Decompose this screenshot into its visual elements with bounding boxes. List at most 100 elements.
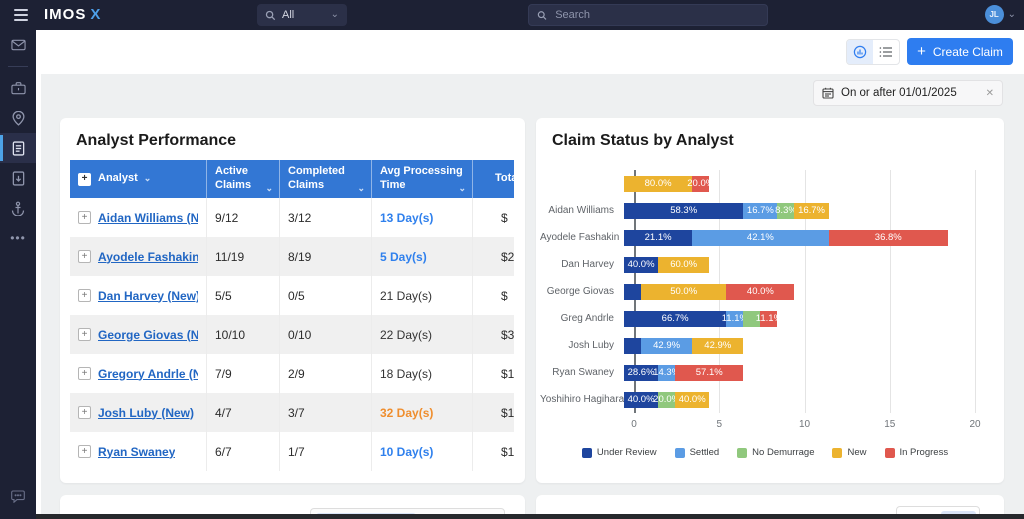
list-view-icon — [879, 46, 893, 58]
total-cell: $1 — [473, 354, 514, 393]
bar-segment-new: 80.0% — [624, 176, 692, 192]
sidebar-item-locations[interactable] — [0, 103, 36, 133]
column-menu-chevron-icon[interactable]: ⌄ — [144, 173, 152, 184]
calendar-icon — [822, 87, 834, 99]
bar-segment-under-review: 66.7% — [624, 311, 726, 327]
column-menu-chevron-icon[interactable]: ⌄ — [458, 183, 466, 194]
table-row: +Dan Harvey (New)5/50/521 Day(s)$ — [70, 276, 514, 315]
bar-segment-label: 42.9% — [653, 340, 680, 351]
analyst-link[interactable]: Ayodele Fashakin — [98, 250, 198, 264]
sidebar-item-claims-active[interactable] — [0, 133, 36, 163]
bar-segment-label: 40.0% — [628, 259, 655, 270]
bar-segment-in-progress: 40.0% — [726, 284, 794, 300]
sidebar-item-voyages[interactable] — [0, 193, 36, 223]
bar-segment-label: 28.6% — [628, 367, 655, 378]
column-header-active-claims[interactable]: Active Claims⌄ — [207, 160, 280, 198]
date-filter-chip[interactable]: On or after 01/01/2025 ✕ — [813, 80, 1003, 106]
user-menu[interactable]: JL ⌄ — [985, 5, 1016, 24]
chart-category-label: Josh Luby — [540, 340, 624, 351]
stacked-bar: 42.9%42.9% — [624, 338, 743, 354]
legend-item-in-progress[interactable]: In Progress — [885, 447, 949, 458]
bar-segment-label: 40.0% — [747, 286, 774, 297]
expand-row-icon[interactable]: + — [78, 445, 91, 458]
close-icon[interactable]: ✕ — [986, 88, 994, 99]
expand-row-icon[interactable]: + — [78, 250, 91, 263]
expand-row-icon[interactable]: + — [78, 367, 91, 380]
expand-row-icon[interactable]: + — [78, 211, 91, 224]
column-header-total[interactable]: Total — [473, 160, 514, 198]
sidebar-item-briefcase[interactable] — [0, 73, 36, 103]
analyst-cell: + Ryan Swaney — [70, 432, 207, 471]
chevron-down-icon: ⌄ — [1008, 10, 1016, 20]
total-cell: $1 — [473, 393, 514, 432]
total-cell: $2 — [473, 237, 514, 276]
avatar[interactable]: JL — [985, 5, 1004, 24]
bar-segment-in-progress: 20.0% — [692, 176, 709, 192]
menu-icon[interactable] — [14, 9, 28, 21]
sidebar-nav: ••• — [0, 30, 36, 519]
completed-claims-cell: 0/10 — [280, 315, 372, 354]
plus-icon: + — [917, 44, 926, 59]
legend-item-no-demurrage[interactable]: No Demurrage — [737, 447, 814, 458]
claim-status-title: Claim Status by Analyst — [536, 118, 1004, 150]
expand-row-icon[interactable]: + — [78, 406, 91, 419]
analyst-link[interactable]: Ryan Swaney — [98, 445, 175, 459]
chart-bar-row: 80.0%20.0% — [540, 170, 990, 197]
logo-text: IMOS — [44, 6, 86, 23]
legend-item-settled[interactable]: Settled — [675, 447, 720, 458]
bar-segment-label: 40.0% — [679, 394, 706, 405]
chart-bar-row: Dan Harvey40.0%60.0% — [540, 251, 990, 278]
analyst-link[interactable]: Aidan Williams (New) — [98, 211, 198, 225]
analyst-link[interactable]: Josh Luby (New) — [98, 406, 194, 420]
expand-row-icon[interactable]: + — [78, 289, 91, 302]
chart-legend: Under Review Settled No Demurrage New In Pro… — [540, 447, 990, 458]
column-menu-chevron-icon[interactable]: ⌄ — [265, 183, 273, 194]
completed-claims-cell: 3/12 — [280, 198, 372, 237]
expand-all-icon[interactable]: + — [78, 173, 91, 186]
column-header-completed-claims[interactable]: Completed Claims⌄ — [280, 160, 372, 198]
sidebar-item-more[interactable]: ••• — [0, 223, 36, 253]
chat-bubble-icon — [11, 489, 25, 503]
legend-item-under-review[interactable]: Under Review — [582, 447, 657, 458]
stacked-bar: 80.0%20.0% — [624, 176, 709, 192]
bar-segment-no-demurrage: 8.3% — [777, 203, 794, 219]
bar-segment-label: 16.7% — [747, 205, 774, 216]
create-claim-button[interactable]: + Create Claim — [907, 38, 1013, 65]
stacked-bar: 40.0%20.0%40.0% — [624, 392, 709, 408]
legend-swatch — [885, 448, 895, 458]
chart-bar-row: Ayodele Fashakin21.1%42.1%36.8% — [540, 224, 990, 251]
sidebar-item-file-download[interactable] — [0, 163, 36, 193]
active-claims-cell: 10/10 — [207, 315, 280, 354]
search-input[interactable] — [553, 8, 759, 22]
column-menu-chevron-icon[interactable]: ⌄ — [357, 183, 365, 194]
column-header-avg-processing-time[interactable]: Avg Processing Time⌄ — [372, 160, 473, 198]
x-axis-tick-label: 15 — [884, 419, 895, 430]
chart-x-axis: 05101520 — [634, 419, 976, 435]
ellipsis-icon: ••• — [10, 231, 26, 245]
search-icon — [265, 10, 276, 21]
completed-claims-cell: 3/7 — [280, 393, 372, 432]
analyst-link[interactable]: George Giovas (New) — [98, 328, 198, 342]
bar-segment-new: 60.0% — [658, 257, 709, 273]
mail-icon — [11, 39, 26, 51]
dashboard-view-button[interactable] — [847, 40, 873, 64]
chart-category-label: Aidan Williams — [540, 205, 624, 216]
column-header-analyst[interactable]: +Analyst⌄ — [70, 160, 207, 198]
search-scope-dropdown[interactable]: All ⌄ — [257, 4, 347, 26]
active-claims-cell: 6/7 — [207, 432, 280, 471]
expand-row-icon[interactable]: + — [78, 328, 91, 341]
claim-status-chart: 80.0%20.0%Aidan Williams58.3%16.7%8.3%16… — [540, 170, 990, 458]
top-navbar: IMOSX All ⌄ JL ⌄ — [0, 0, 1024, 30]
list-view-button[interactable] — [873, 40, 899, 64]
legend-item-new[interactable]: New — [832, 447, 866, 458]
sidebar-item-chat[interactable] — [0, 481, 36, 511]
bar-segment-settled: 14.3% — [658, 365, 675, 381]
chart-bar-row: George Giovas50.0%40.0% — [540, 278, 990, 305]
bar-segment-label: 58.3% — [670, 205, 697, 216]
sidebar-item-mail[interactable] — [0, 30, 36, 60]
column-header-label: Active Claims — [215, 165, 271, 193]
analyst-link[interactable]: Dan Harvey (New) — [98, 289, 198, 303]
analyst-link[interactable]: Gregory Andrle (New) — [98, 367, 198, 381]
view-toggle — [846, 39, 900, 65]
table-row: +Gregory Andrle (New)7/92/918 Day(s)$1 — [70, 354, 514, 393]
